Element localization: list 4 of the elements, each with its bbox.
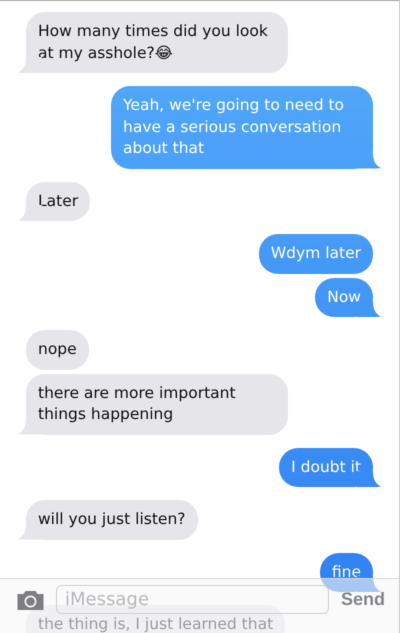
message-bubble: Wdym later: [258, 234, 373, 274]
message-bubble: nope: [26, 330, 89, 370]
camera-icon[interactable]: [15, 588, 46, 612]
message-input[interactable]: iMessage: [56, 585, 329, 614]
